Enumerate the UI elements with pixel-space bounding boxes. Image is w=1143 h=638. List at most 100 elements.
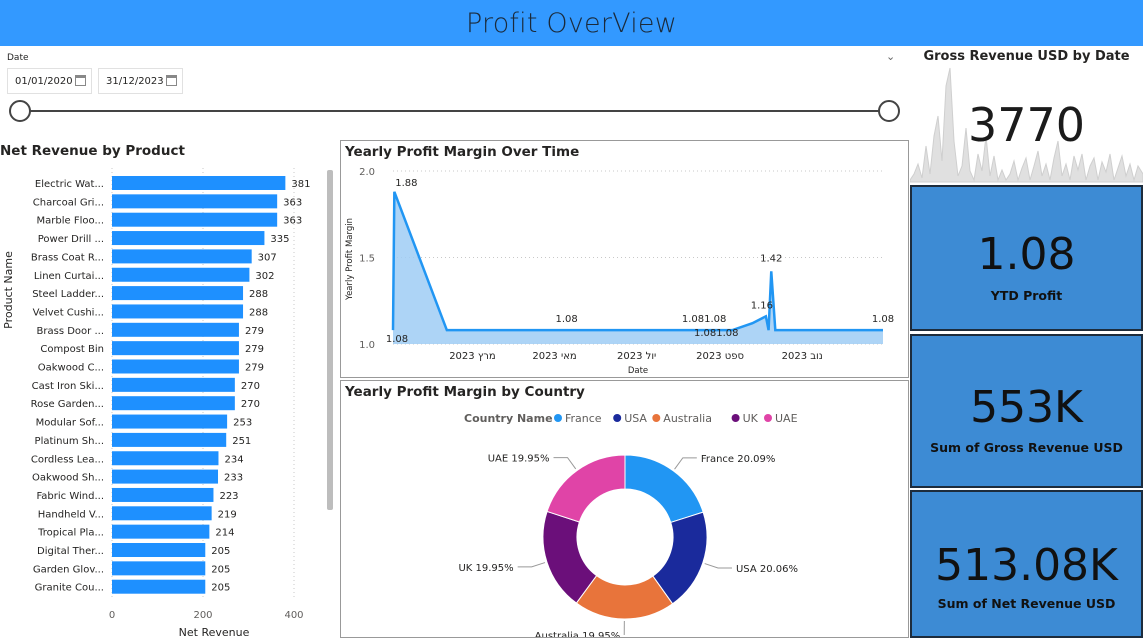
dashboard: Profit OverView Date ⌄ 01/01/2020 31/12/… [0,0,1143,638]
bar-category-label: Granite Cou... [35,583,104,594]
data-label: 1.08 [556,314,578,325]
ytd-profit-label: YTD Profit [990,288,1063,303]
net-revenue-by-product-panel: Net Revenue by Product Electric Wat... 38… [0,140,338,638]
bar-value-label: 234 [224,454,243,465]
bar-value-label: 214 [215,528,234,539]
x-tick-label: נוב 2023 [782,351,823,362]
chevron-down-icon[interactable]: ⌄ [886,50,895,63]
bar-value-label: 279 [245,326,264,337]
bar [112,212,278,227]
bar-value-label: 223 [219,491,238,502]
y-axis-title: Product Name [2,251,15,329]
data-label: 1.88 [395,178,417,189]
legend-item: USA [624,412,647,425]
net-revenue-sum-value: 513.08K [935,540,1118,591]
slider-start-handle[interactable] [9,100,31,122]
y-tick-label: 1.5 [359,254,375,265]
profit-margin-country-panel: Yearly Profit Margin by Country Country … [340,380,909,638]
legend-marker [554,414,562,422]
gross-revenue-title: Gross Revenue USD by Date [923,49,1130,64]
x-tick-label: מאי 2023 [532,351,576,362]
bar [112,249,252,264]
bar-category-label: Brass Coat R... [31,252,104,263]
bar-value-label: 205 [211,583,230,594]
profit-margin-time-panel: Yearly Profit Margin Over Time 1.0 1.5 2.0… [340,140,909,378]
bar-value-label: 205 [211,564,230,575]
bar-category-label: Oakwood C... [38,363,104,374]
bar-category-label: Compost Bin [40,344,104,355]
bar [112,194,278,209]
bar-category-label: Charcoal Gri... [33,197,104,208]
bar-value-label: 363 [283,197,302,208]
bar-category-label: Linen Curtai... [34,271,104,282]
legend-marker [731,414,740,422]
gross-revenue-sum-label: Sum of Gross Revenue USD [930,440,1123,455]
bar [112,487,214,502]
donut-chart: Country Name France USA Australia UK UAE Franc… [458,412,798,637]
y-tick-label: 1.0 [359,340,375,351]
calendar-icon[interactable] [75,75,86,86]
bar-value-label: 302 [255,271,274,282]
bar-category-label: Handheld V... [38,509,104,520]
data-label: 1.081.08 [682,314,727,325]
bar [112,176,286,190]
gross-revenue-sum-card: 553K Sum of Gross Revenue USD [910,334,1143,488]
bar-value-label: 219 [218,509,237,520]
leader-line [674,457,697,470]
bar-category-label: Marble Floo... [37,216,104,227]
legend-item: Australia [663,412,712,425]
bar [112,231,265,246]
bar-value-label: 251 [232,436,251,447]
bar [112,359,239,374]
bar-category-label: Tropical Pla... [37,528,104,539]
legend-item: UK [743,412,759,425]
bar-category-label: Velvet Cushi... [33,307,104,318]
leader-line [517,562,546,568]
header-bar: Profit OverView [0,0,1143,46]
bar [112,341,239,356]
bar [112,304,244,319]
bar-value-label: 363 [283,216,302,227]
calendar-icon[interactable] [166,75,177,86]
ytd-profit-value: 1.08 [977,229,1076,280]
slice-data-label: UAE 19.95% [488,454,550,465]
bar [112,286,244,301]
bar [112,377,235,392]
bar-category-label: Garden Glov... [33,564,104,575]
bar-category-label: Electric Wat... [35,179,104,190]
gross-revenue-value: 3770 [967,98,1086,152]
start-date-input[interactable]: 01/01/2020 [7,68,92,94]
slice-data-label: USA 20.06% [736,564,798,575]
ytd-profit-card: 1.08 YTD Profit [910,185,1143,331]
bar-value-label: 279 [245,344,264,355]
bar [112,543,206,557]
bar [112,267,250,282]
x-tick-label: מרץ 2023 [449,351,495,362]
bar-value-label: 253 [233,418,252,429]
data-label: 1.08 [872,314,894,325]
donut-slice [546,454,626,523]
bar-category-label: Steel Ladder... [32,289,104,300]
bar [112,414,228,429]
bar [112,322,239,337]
slider-end-handle[interactable] [878,100,900,122]
date-range-slider-track[interactable] [20,110,890,112]
legend-item: France [565,412,602,425]
bar-value-label: 270 [241,399,260,410]
leader-line [553,457,577,470]
x-tick-label: 200 [193,610,212,621]
data-label: 1.08 [386,334,408,345]
legend-item: UAE [775,412,798,425]
data-label: 1.42 [760,253,782,264]
gross-revenue-card: Gross Revenue USD by Date 3770 [910,46,1143,184]
series-line [391,191,883,332]
bar-value-label: 381 [291,179,310,190]
bar-category-label: Fabric Wind... [36,491,104,502]
scrollbar[interactable] [327,170,333,510]
x-tick-label: יול 2023 [617,351,656,362]
end-date-input[interactable]: 31/12/2023 [98,68,183,94]
bar-value-label: 270 [241,381,260,392]
leader-line [704,563,732,569]
data-label: 1.16 [751,300,773,311]
page-title: Profit OverView [465,7,678,39]
